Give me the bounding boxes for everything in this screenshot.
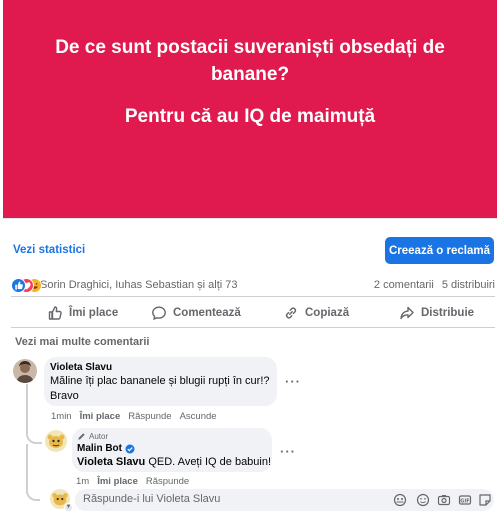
comment-hide-link[interactable]: Ascunde <box>180 411 217 422</box>
banner-line-3: Pentru că au IQ de maimuță <box>124 106 376 127</box>
reply-author-row: Malin Bot <box>77 443 135 454</box>
share-label: Distribuie <box>421 306 475 319</box>
banner-line-2: banane? <box>210 64 290 85</box>
comment-bubble: Violeta Slavu Măline îți plac bananele ș… <box>44 357 277 406</box>
like-icon <box>11 278 26 293</box>
comment-button[interactable]: Comentează <box>151 297 241 328</box>
insights-bar: Vezi statistici Creează o reclamă <box>3 218 497 270</box>
share-button[interactable]: Distribuie <box>399 297 474 328</box>
comment-reply-link[interactable]: Răspunde <box>128 411 171 422</box>
reply-author[interactable]: Malin Bot <box>77 443 122 454</box>
comment-time[interactable]: 1min <box>51 411 72 422</box>
avatar-sticker-icon[interactable] <box>393 493 407 507</box>
comment-label: Comentează <box>173 306 241 319</box>
verified-badge-icon <box>125 444 135 453</box>
thread-connector <box>26 384 42 444</box>
comment-author[interactable]: Violeta Slavu <box>50 362 112 373</box>
reply-like-link[interactable]: Îmi place <box>97 476 138 487</box>
like-label: Îmi place <box>69 306 119 319</box>
comment-like-link[interactable]: Îmi place <box>80 411 121 422</box>
avatar[interactable] <box>13 359 37 383</box>
post-banner-image[interactable]: De ce sunt postacii suveraniști obsedați… <box>3 0 497 218</box>
post-action-bar: Îmi place Comentează Copiază Distribuie <box>11 296 495 328</box>
chevron-down-icon[interactable]: ▼ <box>64 503 73 512</box>
reply-text-body: QED. Aveți IQ de babuin! <box>145 456 272 468</box>
reactors-list[interactable]: Sorin Draghici, Iuhas Sebastian și alți … <box>40 279 238 291</box>
reaction-icons[interactable] <box>11 278 42 294</box>
sticker-icon[interactable] <box>478 493 492 507</box>
view-insights-link[interactable]: Vezi statistici <box>13 244 85 256</box>
engagement-counts: 2 comentarii 5 distribuiri <box>374 279 495 291</box>
camera-icon[interactable] <box>437 493 451 507</box>
author-badge: Autor <box>77 432 108 441</box>
reply-time[interactable]: 1m <box>76 476 89 487</box>
reply-mention[interactable]: Violeta Slavu <box>77 456 145 468</box>
comment-more-options-button[interactable]: ··· <box>285 374 301 389</box>
emoji-icon[interactable] <box>416 493 430 507</box>
thread-connector-reply <box>26 444 40 501</box>
copy-link-button[interactable]: Copiază <box>283 297 349 328</box>
share-arrow-icon <box>400 306 414 319</box>
svg-text:GIF: GIF <box>460 498 469 504</box>
gif-icon[interactable]: GIF <box>458 493 472 507</box>
comment-text-line-2: Bravo <box>50 390 79 402</box>
reply-more-options-button[interactable]: ··· <box>280 444 296 459</box>
comment-meta: 1min Îmi place Răspunde Ascunde <box>51 411 225 422</box>
reply-input[interactable]: Răspunde-i lui Violeta Slavu GIF <box>75 489 494 511</box>
comment-count[interactable]: 2 comentarii <box>374 279 434 291</box>
reply-input-placeholder: Răspunde-i lui Violeta Slavu <box>83 493 221 505</box>
reply-reply-link[interactable]: Răspunde <box>146 476 189 487</box>
link-icon <box>285 307 297 318</box>
pencil-icon <box>78 433 85 440</box>
comment-text-line-1: Măline îți plac bananele și blugii rupți… <box>50 375 270 387</box>
create-ad-button[interactable]: Creează o reclamă <box>385 237 494 264</box>
view-more-comments-link[interactable]: Vezi mai multe comentarii <box>15 336 150 348</box>
reply-bubble: Autor Malin Bot Violeta Slavu QED. Aveți… <box>72 428 272 472</box>
comment-bubble-icon <box>152 305 166 320</box>
reply-meta: 1m Îmi place Răspunde <box>76 476 197 487</box>
share-count[interactable]: 5 distribuiri <box>442 279 495 291</box>
author-badge-label: Autor <box>89 432 109 441</box>
banner-line-1: De ce sunt postacii suveraniști obsedați… <box>55 37 445 58</box>
copy-label: Copiază <box>305 306 350 319</box>
page-avatar[interactable] <box>45 430 67 452</box>
like-button[interactable]: Îmi place <box>47 297 118 328</box>
reactions-summary: Sorin Draghici, Iuhas Sebastian și alți … <box>11 278 495 294</box>
thumbs-up-icon <box>48 305 62 320</box>
reply-text: Violeta Slavu QED. Aveți IQ de babuin! <box>77 455 271 470</box>
